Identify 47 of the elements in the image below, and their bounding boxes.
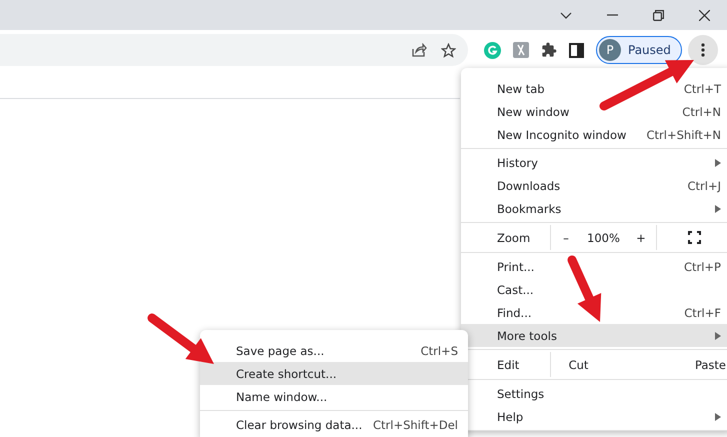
close-icon[interactable] (698, 10, 710, 20)
pointer-arrow (568, 256, 602, 322)
menu-item[interactable]: New window Ctrl+N (461, 100, 727, 123)
shortcut-text: Ctrl+T (684, 82, 721, 96)
menu-item[interactable]: Cast... (461, 278, 727, 301)
shortcut-text: Ctrl+J (688, 178, 721, 192)
menu-item[interactable]: Downloads Ctrl+J (461, 174, 727, 197)
restore-icon[interactable] (652, 10, 664, 20)
menu-item[interactable]: New Incognito window Ctrl+Shift+N (461, 123, 727, 146)
submenu-arrow-icon (715, 412, 721, 420)
shortcut-text: Ctrl+N (682, 104, 721, 118)
submenu-arrow-icon (715, 204, 721, 212)
puzzle-icon[interactable] (541, 42, 557, 58)
more-vertical-icon (700, 43, 705, 57)
extension-icon[interactable] (513, 42, 529, 58)
star-icon[interactable] (441, 42, 456, 58)
menu-item[interactable]: Find... Ctrl+F (461, 301, 727, 324)
side-panel-icon[interactable] (569, 42, 584, 58)
edit-action[interactable]: Paste (606, 358, 726, 372)
menu-button[interactable] (688, 35, 718, 65)
shortcut-text: Ctrl+Shift+Del (373, 418, 458, 432)
zoom-out-button[interactable]: – (551, 230, 581, 244)
submenu-arrow-icon (715, 332, 721, 340)
edit-action[interactable]: Cut (551, 358, 606, 372)
share-icon[interactable] (412, 43, 427, 57)
menu-item[interactable]: Name window... (200, 385, 468, 408)
menu-item[interactable]: History (461, 151, 727, 174)
profile-button[interactable]: P Paused (596, 36, 682, 64)
submenu-arrow-icon (715, 158, 721, 166)
shortcut-text: Ctrl+P (684, 260, 721, 274)
menu-item[interactable]: New tab Ctrl+T (461, 77, 727, 100)
menu-item[interactable]: Clear browsing data... Ctrl+Shift+Del (200, 413, 468, 436)
menu-item[interactable]: Bookmarks (461, 197, 727, 220)
chevron-down-icon[interactable] (560, 12, 572, 18)
profile-status: Paused (628, 43, 671, 57)
avatar-initial: P (599, 39, 621, 61)
pointer-arrow (148, 314, 214, 364)
zoom-level: 100% (586, 230, 621, 244)
menu-item[interactable]: Create shortcut... (200, 362, 468, 385)
shortcut-text: Ctrl+F (684, 306, 721, 320)
shortcut-text: Ctrl+Shift+N (646, 128, 721, 142)
fullscreen-icon[interactable] (688, 231, 700, 244)
zoom-in-button[interactable]: + (626, 230, 656, 244)
shortcut-text: Ctrl+S (420, 344, 458, 358)
menu-item[interactable]: Print... Ctrl+P (461, 255, 727, 278)
menu-item[interactable]: More tools (461, 324, 727, 347)
minimize-icon[interactable] (606, 14, 618, 16)
